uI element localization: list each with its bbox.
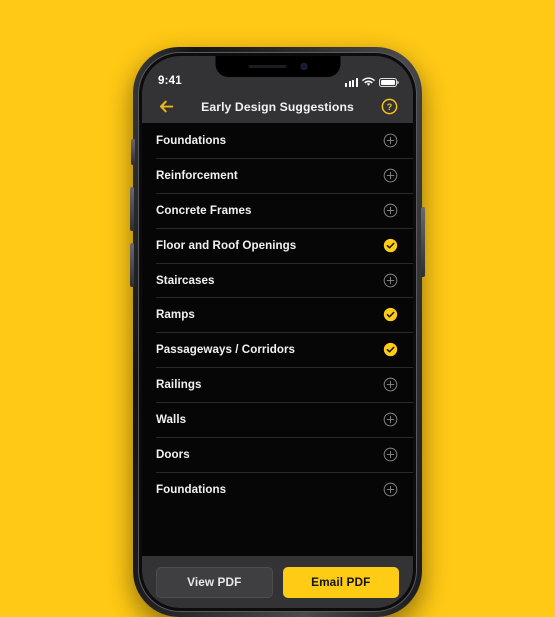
bottom-action-bar: View PDF Email PDF [142,556,413,608]
list-item-label: Concrete Frames [156,203,252,217]
list-item[interactable]: Floor and Roof Openings [142,227,413,263]
list-item[interactable]: Foundations [142,123,413,158]
power-button[interactable] [421,207,425,277]
suggestions-list[interactable]: Foundations Reinforcement Concrete Frames F… [142,123,413,556]
screenshot-stage: 9:41 Early Design Suggestions ? Foundati… [0,0,555,617]
list-item-label: Ramps [156,308,195,322]
status-time: 9:41 [158,75,182,87]
back-arrow-icon[interactable] [155,96,177,118]
wifi-icon [362,77,375,86]
app-header: Early Design Suggestions ? [142,90,413,123]
list-item[interactable]: Walls [142,402,413,437]
list-item-label: Foundations [156,133,227,147]
status-icons-group [345,77,399,87]
plus-circle-icon[interactable] [382,376,399,393]
list-item[interactable]: Ramps [142,297,413,332]
battery-icon [379,77,399,87]
page-title: Early Design Suggestions [201,99,354,114]
device-bezel: 9:41 Early Design Suggestions ? Foundati… [142,56,413,608]
status-bar: 9:41 [142,56,413,90]
list-item[interactable]: Concrete Frames [142,192,413,228]
list-item[interactable]: Doors [142,437,413,472]
plus-circle-icon[interactable] [382,446,399,463]
volume-down-button[interactable] [130,187,134,231]
list-item-label: Walls [156,413,187,427]
list-item-label: Staircases [156,273,215,287]
plus-circle-icon[interactable] [382,132,399,149]
plus-circle-icon[interactable] [382,167,399,184]
phone-device-mockup: 9:41 Early Design Suggestions ? Foundati… [130,47,425,617]
check-circle-icon[interactable] [382,237,399,254]
list-item-label: Reinforcement [156,168,238,182]
list-item-label: Railings [156,378,202,392]
list-item[interactable]: Passageways / Corridors [142,332,413,367]
plus-circle-icon[interactable] [382,481,399,498]
plus-circle-icon[interactable] [382,272,399,289]
svg-text:?: ? [386,102,391,112]
phone-screen: 9:41 Early Design Suggestions ? Foundati… [142,56,413,608]
list-item[interactable]: Railings [142,367,413,402]
list-item-label: Doors [156,447,190,461]
help-circle-icon[interactable]: ? [378,96,400,118]
list-item-label: Passageways / Corridors [156,343,296,357]
view-pdf-button[interactable]: View PDF [156,566,273,598]
check-circle-icon[interactable] [382,341,399,358]
email-pdf-button[interactable]: Email PDF [282,566,399,598]
cellular-signal-icon [345,77,358,87]
device-notch [215,56,340,77]
plus-circle-icon[interactable] [382,202,399,219]
list-item-label: Foundations [156,482,227,496]
check-circle-icon[interactable] [382,306,399,323]
list-item[interactable]: Staircases [142,262,413,298]
front-camera-icon [300,63,307,70]
silent-switch-button[interactable] [131,139,135,165]
plus-circle-icon[interactable] [382,411,399,428]
volume-up-button[interactable] [130,243,134,287]
earpiece-speaker-icon [248,64,286,69]
list-item[interactable]: Reinforcement [142,157,413,193]
list-item-label: Floor and Roof Openings [156,238,297,252]
list-item[interactable]: Foundations [142,471,413,507]
